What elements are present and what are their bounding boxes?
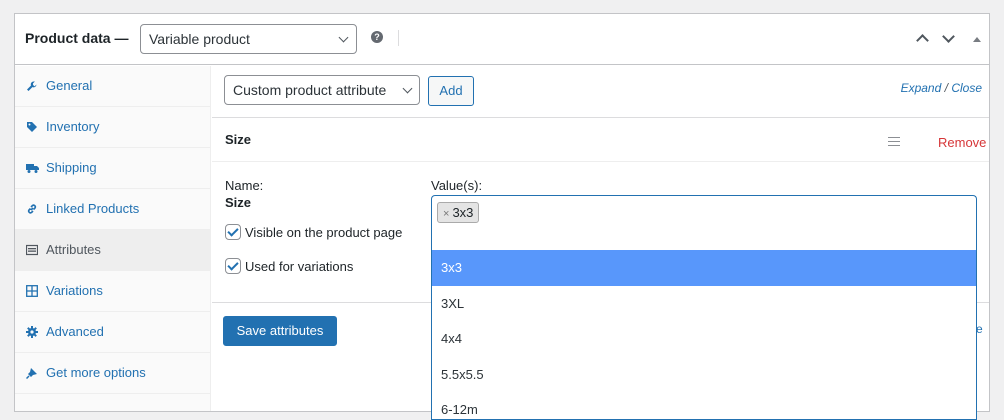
tab-label: General: [46, 78, 93, 93]
remove-tag-icon[interactable]: ×: [443, 208, 449, 220]
tab-label: Variations: [46, 283, 103, 298]
attribute-taxonomy-value: Custom product attribute: [233, 82, 387, 98]
values-label: Value(s):: [431, 178, 483, 193]
tab-variations[interactable]: Variations: [15, 271, 210, 312]
name-value: Size: [225, 195, 252, 210]
product-data-tabs: General Inventory Shipping Linked Produc…: [15, 66, 211, 411]
tag-icon: [26, 121, 38, 133]
add-attribute-button[interactable]: Add: [428, 76, 474, 106]
tab-label: Get more options: [46, 365, 146, 380]
variations-checkbox-label: Used for variations: [245, 259, 354, 274]
dropdown-option[interactable]: 4x4: [432, 321, 976, 357]
product-type-select[interactable]: Variable product: [140, 24, 357, 54]
tab-label: Advanced: [46, 324, 104, 339]
gear-icon: [26, 326, 38, 338]
wrench-icon: [26, 80, 38, 92]
tab-label: Attributes: [46, 242, 101, 257]
name-label: Name:: [225, 178, 264, 193]
header-divider: [398, 30, 399, 46]
panel-title: Product data —: [25, 30, 129, 46]
move-up-button[interactable]: [915, 33, 929, 47]
chevron-down-icon: [338, 32, 349, 43]
dropdown-option[interactable]: 6-12m: [432, 392, 976, 419]
tab-get-more-options[interactable]: Get more options: [15, 353, 210, 394]
dropdown-option[interactable]: 3XL: [432, 286, 976, 322]
visible-checkbox[interactable]: [225, 224, 241, 240]
move-down-button[interactable]: [941, 30, 955, 47]
tab-advanced[interactable]: Advanced: [15, 312, 210, 353]
values-select-field[interactable]: × 3x3: [431, 195, 977, 251]
tab-inventory[interactable]: Inventory: [15, 107, 210, 148]
drag-handle-icon[interactable]: [888, 137, 900, 146]
link-separator: /: [944, 81, 948, 95]
remove-attribute-link[interactable]: Remove: [938, 135, 986, 150]
tab-label: Inventory: [46, 119, 100, 134]
close-link[interactable]: Close: [951, 81, 982, 95]
toggle-panel-button[interactable]: [971, 33, 983, 45]
tab-attributes[interactable]: Attributes: [15, 230, 210, 271]
chevron-down-icon: [402, 83, 413, 94]
values-dropdown: 3x3 3XL 4x4 5.5x5.5 6-12m: [431, 250, 977, 420]
question-icon[interactable]: ?: [371, 31, 383, 43]
expand-link[interactable]: Expand: [901, 81, 942, 95]
plugin-icon: [25, 367, 38, 380]
visible-checkbox-label: Visible on the product page: [245, 225, 403, 240]
product-type-value: Variable product: [149, 31, 250, 47]
selected-value-tag: × 3x3: [437, 202, 480, 223]
tab-label: Linked Products: [46, 201, 140, 216]
dropdown-option[interactable]: 5.5x5.5: [432, 357, 976, 393]
attribute-header[interactable]: Size Remove: [212, 118, 989, 162]
panel-header: Product data — Variable product ?: [15, 14, 989, 65]
tab-label: Shipping: [46, 160, 97, 175]
tab-linked-products[interactable]: Linked Products: [15, 189, 210, 230]
tab-shipping[interactable]: Shipping: [15, 148, 210, 189]
variations-checkbox[interactable]: [225, 258, 241, 274]
list-icon: [25, 244, 39, 256]
selected-value-label: 3x3: [452, 205, 474, 220]
expand-close-links: Expand / Close: [901, 81, 982, 95]
grid-icon: [26, 285, 38, 297]
attribute-title: Size: [225, 132, 252, 147]
chevron-down-icon: [942, 30, 955, 43]
attribute-taxonomy-select[interactable]: Custom product attribute: [224, 75, 420, 105]
dropdown-option[interactable]: 3x3: [432, 250, 976, 286]
link-icon: [26, 203, 38, 215]
chevron-up-icon: [916, 34, 929, 47]
partially-hidden-link[interactable]: e: [976, 322, 983, 336]
truck-icon: [26, 162, 39, 174]
save-attributes-button[interactable]: Save attributes: [223, 316, 337, 346]
tab-general[interactable]: General: [15, 66, 210, 107]
